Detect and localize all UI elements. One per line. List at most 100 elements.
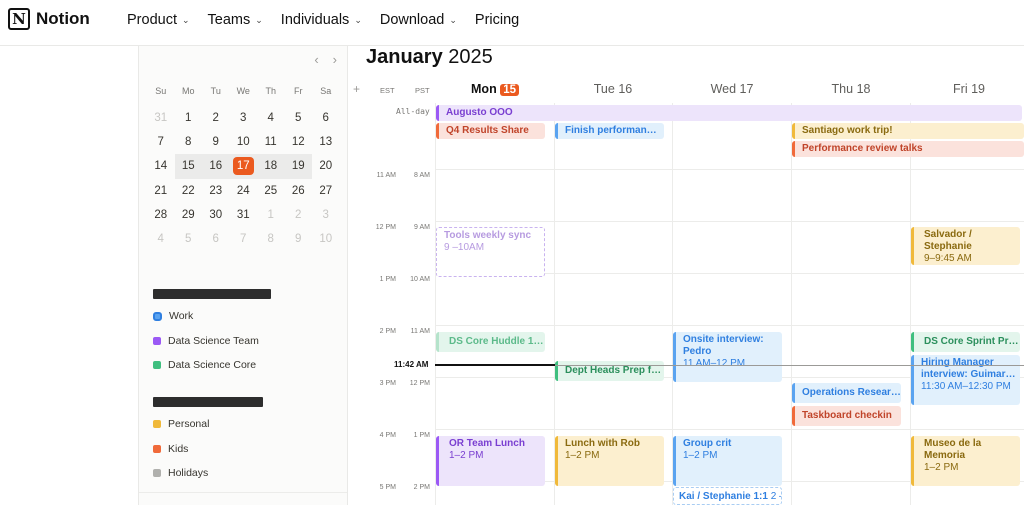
day-number: 20 [319, 160, 333, 173]
mini-calendar-day[interactable]: 9 [285, 227, 313, 251]
add-timezone-button[interactable]: + [353, 82, 360, 96]
nav-download[interactable]: Download ⌄ [380, 12, 457, 28]
day-number: 31 [154, 112, 168, 124]
mini-calendar-day[interactable]: 4 [257, 106, 285, 130]
mini-calendar-day[interactable]: 9 [202, 130, 230, 154]
mini-calendar-grid: 31 1 2 3 4 5 6 7 8 9 10 11 12 13 14 15 16 17 18 19 20 21 22 23 2… [147, 106, 340, 251]
event-time: 1–2 PM [683, 450, 718, 461]
mini-calendar-day[interactable]: 26 [285, 179, 313, 203]
weekday: Sa [320, 86, 332, 96]
event-ds-core-sprint[interactable]: DS Core Sprint Pr… [911, 332, 1020, 352]
time-label: 4 PM [379, 432, 396, 439]
mini-calendar-day[interactable]: 7 [147, 130, 175, 154]
day-header-wed[interactable]: Wed 17 [673, 82, 791, 96]
mini-calendar-day[interactable]: 4 [147, 227, 175, 251]
mini-calendar-day[interactable]: 2 [202, 106, 230, 130]
nav-product[interactable]: Product ⌄ [127, 12, 190, 28]
event-ds-core-huddle[interactable]: DS Core Huddle 1… [436, 332, 545, 352]
calendar-item[interactable]: Holidays [153, 461, 209, 486]
mini-calendar-day[interactable]: 6 [312, 106, 340, 130]
event-finish-performance[interactable]: Finish performan… [555, 123, 664, 139]
mini-calendar-day[interactable]: 28 [147, 203, 175, 227]
time-label: 1 PM [413, 432, 430, 439]
event-operations-research[interactable]: Operations Resear… [792, 383, 901, 403]
mini-calendar-day[interactable]: 5 [285, 106, 313, 130]
calendar-item[interactable]: Personal [153, 412, 209, 437]
mini-calendar-day[interactable]: 20 [312, 154, 340, 178]
time-label: 11 AM [376, 172, 396, 179]
nav-teams[interactable]: Teams ⌄ [208, 12, 263, 28]
mini-calendar-day[interactable]: 8 [257, 227, 285, 251]
event-group-crit[interactable]: Group crit 1–2 PM [673, 436, 782, 486]
event-augusto-ooo[interactable]: Augusto OOO [436, 105, 1022, 121]
mini-calendar-day[interactable]: 29 [175, 203, 203, 227]
event-hiring-manager-interview[interactable]: Hiring Manager interview: Guimar… 11:30 … [911, 355, 1020, 405]
mini-calendar-day[interactable]: 18 [257, 154, 285, 179]
mini-calendar-day[interactable]: 31 [147, 106, 175, 130]
mini-calendar-day[interactable]: 24 [230, 179, 258, 203]
mini-calendar-day[interactable]: 23 [202, 179, 230, 203]
calendar-item[interactable]: Data Science Core [153, 353, 259, 378]
mini-calendar-day[interactable]: 22 [175, 179, 203, 203]
event-salvador-stephanie[interactable]: Salvador / Stephanie 9–9:45 AM [911, 227, 1020, 265]
calendar-item[interactable]: Data Science Team [153, 329, 259, 354]
mini-calendar-day[interactable]: 14 [147, 154, 175, 178]
chevron-down-icon: ⌄ [255, 14, 263, 25]
event-q4-results[interactable]: Q4 Results Share [436, 123, 545, 139]
calendar-item[interactable]: Kids [153, 437, 209, 462]
mini-calendar-day[interactable]: 11 [257, 130, 285, 154]
mini-calendar-day[interactable]: 3 [312, 203, 340, 227]
day-header-mon[interactable]: Mon 15 [436, 82, 554, 96]
event-onsite-interview[interactable]: Onsite interview: Pedro 11 AM–12 PM [673, 332, 782, 382]
day-number: 9 [295, 232, 302, 245]
day-number: 16 [618, 82, 633, 96]
timezone-est: EST [380, 86, 395, 95]
day-number: 19 [291, 160, 305, 173]
event-dept-heads-prep[interactable]: Dept Heads Prep f… [555, 361, 664, 381]
nav-label: Pricing [474, 12, 520, 28]
day-number: 26 [291, 184, 305, 197]
mini-calendar-day[interactable]: 3 [230, 106, 258, 130]
event-or-team-lunch[interactable]: OR Team Lunch 1–2 PM [436, 436, 545, 486]
event-tools-weekly-sync[interactable]: Tools weekly sync 9 –10AM [436, 227, 545, 277]
event-santiago-trip[interactable]: Santiago work trip! [792, 123, 1024, 139]
event-performance-review[interactable]: Performance review talks [792, 141, 1024, 157]
mini-calendar-today[interactable]: 17 [229, 154, 257, 179]
event-taskboard-checkin[interactable]: Taskboard checkin [792, 406, 901, 426]
day-header-tue[interactable]: Tue 16 [554, 82, 672, 96]
mini-calendar-day[interactable]: 30 [202, 203, 230, 227]
event-lunch-with-rob[interactable]: Lunch with Rob 1–2 PM [555, 436, 664, 486]
day-number: 15 [181, 160, 195, 173]
mini-calendar-day[interactable]: 13 [312, 130, 340, 154]
chevron-down-icon: ⌄ [354, 14, 362, 25]
mini-calendar-day[interactable]: 7 [230, 227, 258, 251]
mini-calendar-day[interactable]: 12 [285, 130, 313, 154]
mini-calendar-day[interactable]: 10 [312, 227, 340, 251]
mini-calendar-day[interactable]: 31 [230, 203, 258, 227]
mini-calendar-day[interactable]: 15 [174, 154, 202, 179]
time-label: 2 PM [379, 328, 396, 335]
day-number: 22 [181, 184, 195, 197]
mini-calendar-day[interactable]: 1 [175, 106, 203, 130]
nav-individuals[interactable]: Individuals ⌄ [281, 12, 362, 28]
notion-logo[interactable]: N Notion [8, 8, 90, 30]
day-header-fri[interactable]: Fri 19 [910, 82, 1024, 96]
mini-calendar-day[interactable]: 6 [202, 227, 230, 251]
mini-calendar-day[interactable]: 21 [147, 179, 175, 203]
event-museo-de-la-memoria[interactable]: Museo de la Memoria 1–2 PM [911, 436, 1020, 486]
mini-calendar-day[interactable]: 5 [175, 227, 203, 251]
mini-calendar-day[interactable]: 2 [285, 203, 313, 227]
mini-calendar-day[interactable]: 10 [230, 130, 258, 154]
day-header-thu[interactable]: Thu 18 [792, 82, 910, 96]
mini-calendar-day[interactable]: 1 [257, 203, 285, 227]
mini-calendar-day[interactable]: 8 [175, 130, 203, 154]
mini-calendar-day[interactable]: 16 [202, 154, 230, 179]
calendar-item[interactable]: Work [153, 304, 259, 329]
mini-calendar-day[interactable]: 25 [257, 179, 285, 203]
event-kai-stephanie[interactable]: Kai / Stephanie 1:1 2 –2 [673, 487, 782, 505]
next-month-button[interactable]: › [333, 52, 337, 67]
prev-month-button[interactable]: ‹ [314, 52, 318, 67]
mini-calendar-day[interactable]: 19 [284, 154, 312, 179]
nav-pricing[interactable]: Pricing [475, 12, 519, 28]
mini-calendar-day[interactable]: 27 [312, 179, 340, 203]
